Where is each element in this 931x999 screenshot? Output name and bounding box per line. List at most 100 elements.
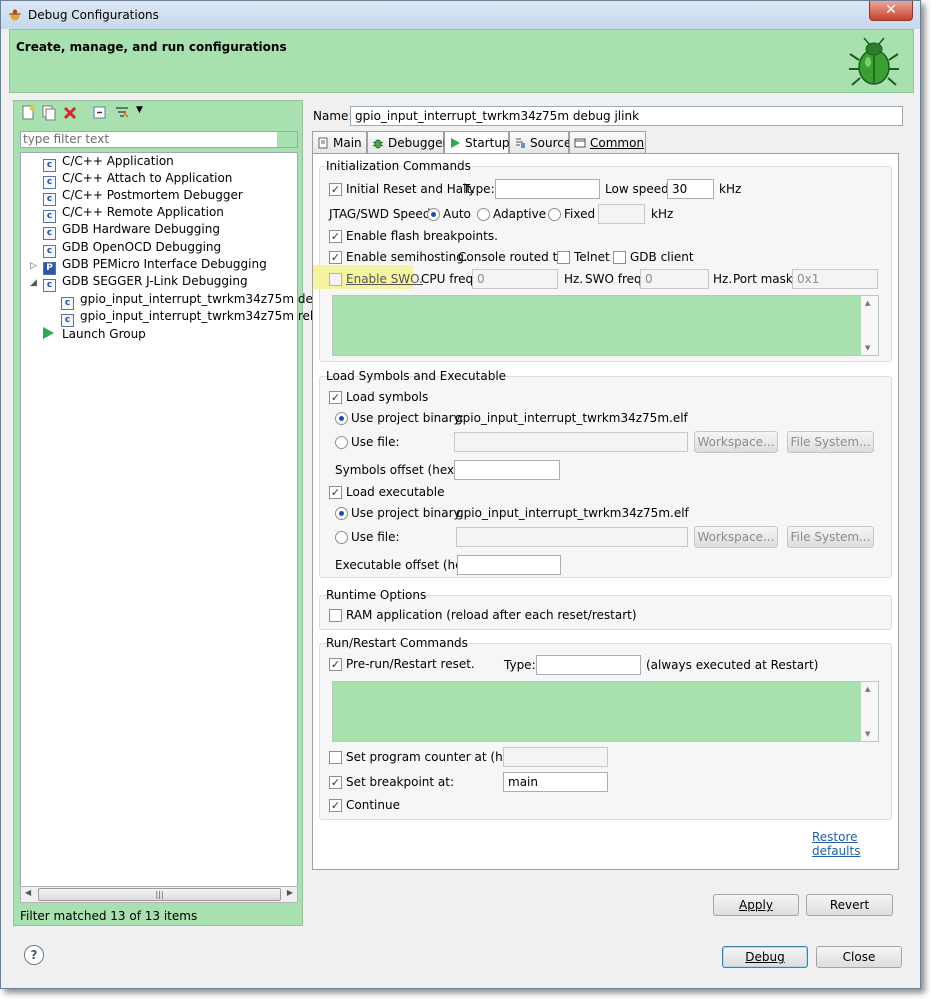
debugger-tab-icon xyxy=(372,139,384,149)
always-executed-label: (always executed at Restart) xyxy=(646,658,819,672)
restart-type-input[interactable] xyxy=(536,655,641,675)
tree-item-gdb-segger-jlink[interactable]: c GDB SEGGER J-Link Debugging xyxy=(43,273,248,292)
scrollbar-thumb[interactable]: ||| xyxy=(38,888,281,901)
init-commands-textarea[interactable]: ▲ ▼ xyxy=(332,295,879,356)
set-pc-label: Set program counter at (hex): xyxy=(346,750,526,764)
tab-debugger[interactable]: Debugger xyxy=(367,131,447,153)
telnet-label: Telnet xyxy=(574,250,610,264)
symbols-use-project-binary-radio[interactable] xyxy=(335,412,348,425)
ram-application-checkbox[interactable] xyxy=(329,609,342,622)
filter-input[interactable]: type filter text xyxy=(20,131,298,148)
delete-icon[interactable] xyxy=(62,105,78,121)
tree-item-cpp-remote[interactable]: c C/C++ Remote Application xyxy=(43,204,224,223)
debug-configurations-window: Debug Configurations ✕ Create, manage, a… xyxy=(0,0,921,989)
speed-auto-radio[interactable] xyxy=(427,208,440,221)
symbols-offset-input[interactable] xyxy=(454,460,560,480)
initial-reset-checkbox[interactable]: ✓ xyxy=(329,183,342,196)
tree-item-gdb-pemicro[interactable]: P GDB PEMicro Interface Debugging xyxy=(43,256,267,275)
tree-horizontal-scrollbar[interactable]: ◀ ||| ▶ xyxy=(20,886,298,903)
collapse-all-icon[interactable] xyxy=(92,105,108,121)
symbols-file-input[interactable] xyxy=(454,432,688,452)
set-breakpoint-input[interactable]: main xyxy=(503,772,608,792)
scroll-up-icon[interactable]: ▲ xyxy=(865,299,870,307)
configuration-tree[interactable]: c C/C++ Application c C/C++ Attach to Appl… xyxy=(20,152,342,890)
new-configuration-icon[interactable] xyxy=(20,105,36,121)
debug-button[interactable]: Debug xyxy=(722,946,808,968)
init-commands-scrollbar[interactable]: ▲ ▼ xyxy=(861,296,878,355)
enable-swo-checkbox[interactable] xyxy=(329,273,342,286)
scroll-down-icon[interactable]: ▼ xyxy=(865,344,870,352)
fixed-speed-unit: kHz xyxy=(651,207,674,221)
fixed-speed-input[interactable] xyxy=(598,204,645,224)
apply-button[interactable]: Apply xyxy=(713,894,799,916)
close-button[interactable]: Close xyxy=(816,946,902,968)
pre-run-reset-checkbox[interactable]: ✓ xyxy=(329,658,342,671)
tab-common[interactable]: Common xyxy=(569,131,646,153)
speed-fixed-radio[interactable] xyxy=(548,208,561,221)
expand-arrow-icon[interactable]: ▷ xyxy=(30,261,37,271)
flash-breakpoints-checkbox[interactable]: ✓ xyxy=(329,230,342,243)
exe-file-input[interactable] xyxy=(456,527,688,547)
collapse-arrow-icon[interactable]: ◢ xyxy=(30,278,37,288)
exe-offset-input[interactable] xyxy=(457,555,561,575)
tree-item-gpio-debug[interactable]: c gpio_input_interrupt_twrkm34z75m debug_ xyxy=(61,291,342,310)
telnet-checkbox[interactable] xyxy=(557,251,570,264)
low-speed-input[interactable]: 30 xyxy=(667,179,714,199)
close-icon: ✕ xyxy=(885,2,897,18)
set-breakpoint-checkbox[interactable]: ✓ xyxy=(329,776,342,789)
revert-button[interactable]: Revert xyxy=(806,894,893,916)
exe-use-project-binary-radio[interactable] xyxy=(335,507,348,520)
semihosting-checkbox[interactable]: ✓ xyxy=(329,251,342,264)
source-tab-icon xyxy=(516,138,525,148)
tab-main[interactable]: Main xyxy=(312,131,367,153)
symbols-workspace-button[interactable]: Workspace... xyxy=(694,431,778,453)
gdb-client-checkbox[interactable] xyxy=(613,251,626,264)
tree-item-cpp-application[interactable]: c C/C++ Application xyxy=(43,153,174,172)
filter-icon[interactable] xyxy=(114,105,130,121)
tab-startup[interactable]: Startup xyxy=(444,131,510,154)
tab-source[interactable]: Source xyxy=(509,131,571,153)
tree-item-gdb-openocd[interactable]: c GDB OpenOCD Debugging xyxy=(43,239,221,258)
load-executable-checkbox[interactable]: ✓ xyxy=(329,486,342,499)
swo-freq-input[interactable]: 0 xyxy=(640,269,709,289)
restart-commands-textarea[interactable]: ▲ ▼ xyxy=(332,681,879,742)
scroll-right-icon[interactable]: ▶ xyxy=(287,888,293,897)
symbols-file-system-button[interactable]: File System... xyxy=(787,431,874,453)
help-icon[interactable]: ? xyxy=(24,945,44,965)
symbols-use-file-radio[interactable] xyxy=(335,436,348,449)
header-banner: Create, manage, and run configurations xyxy=(9,29,914,93)
exe-use-project-binary-label: Use project binary: xyxy=(351,506,464,520)
speed-adaptive-label: Adaptive xyxy=(493,207,547,221)
tree-item-cpp-attach[interactable]: c C/C++ Attach to Application xyxy=(43,170,232,189)
load-executable-label: Load executable xyxy=(346,485,445,499)
banner-title: Create, manage, and run configurations xyxy=(16,40,287,54)
scroll-up-icon[interactable]: ▲ xyxy=(865,685,870,693)
tree-item-gpio-release[interactable]: c gpio_input_interrupt_twrkm34z75m releas… xyxy=(61,308,342,327)
set-pc-checkbox[interactable] xyxy=(329,751,342,764)
continue-checkbox[interactable]: ✓ xyxy=(329,799,342,812)
restart-commands-scrollbar[interactable]: ▲ ▼ xyxy=(861,682,878,741)
duplicate-icon[interactable] xyxy=(41,105,57,121)
title-bar[interactable]: Debug Configurations ✕ xyxy=(1,1,920,29)
tree-item-cpp-postmortem[interactable]: c C/C++ Postmortem Debugger xyxy=(43,187,243,206)
name-input[interactable]: gpio_input_interrupt_twrkm34z75m debug j… xyxy=(350,106,903,126)
restart-type-label: Type: xyxy=(504,658,536,672)
startup-tab-content: Initialization Commands ✓ Initial Reset … xyxy=(312,153,899,870)
exe-use-file-radio[interactable] xyxy=(335,531,348,544)
set-breakpoint-label: Set breakpoint at: xyxy=(346,775,455,789)
filter-dropdown-icon[interactable]: ▼ xyxy=(136,105,143,115)
tree-item-launch-group[interactable]: Launch Group xyxy=(43,326,146,343)
speed-adaptive-radio[interactable] xyxy=(477,208,490,221)
exe-workspace-button[interactable]: Workspace... xyxy=(694,526,778,548)
close-window-button[interactable]: ✕ xyxy=(869,1,913,21)
tree-item-gdb-hardware[interactable]: c GDB Hardware Debugging xyxy=(43,221,220,240)
scroll-down-icon[interactable]: ▼ xyxy=(865,730,870,738)
reset-type-input[interactable] xyxy=(495,179,600,199)
cpu-freq-input[interactable]: 0 xyxy=(472,269,558,289)
set-pc-input[interactable] xyxy=(503,747,608,767)
load-symbols-checkbox[interactable]: ✓ xyxy=(329,391,342,404)
port-mask-input[interactable]: 0x1 xyxy=(792,269,878,289)
exe-file-system-button[interactable]: File System... xyxy=(787,526,874,548)
restore-defaults-link[interactable]: Restore defaults xyxy=(812,830,898,858)
scroll-left-icon[interactable]: ◀ xyxy=(25,888,31,897)
